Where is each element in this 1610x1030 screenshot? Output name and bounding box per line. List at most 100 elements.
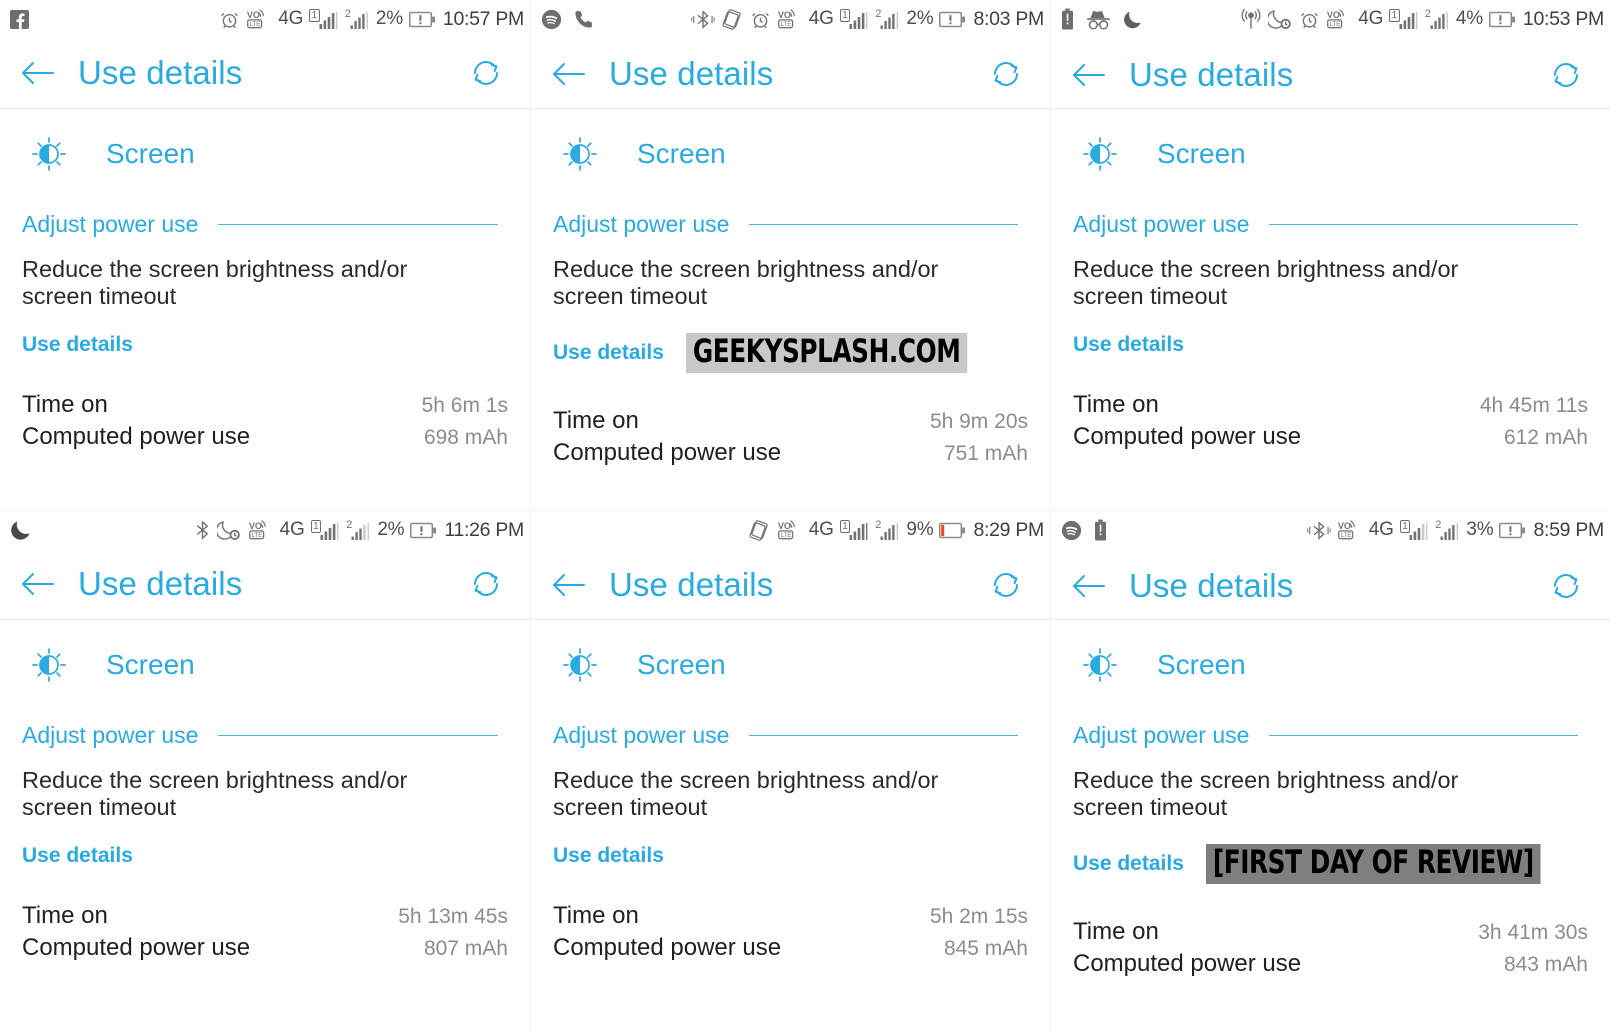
- stats-list: Time on 3h 41m 30s Computed power use 84…: [1051, 884, 1610, 978]
- incognito-icon: [1086, 9, 1111, 30]
- use-details-link[interactable]: Use details: [22, 844, 133, 868]
- status-right-icons: VO LTE 4G 1 2 2%: [219, 8, 524, 31]
- section-title: Adjust power use: [22, 211, 199, 237]
- section-title: Adjust power use: [1073, 722, 1250, 748]
- spotify-icon: [541, 9, 562, 30]
- status-right-icons: VO LTE 4G 1 2 9% 8:29 PM: [748, 519, 1044, 542]
- battery-percent-label: 2%: [906, 8, 934, 29]
- stat-row-time-on: Time on 5h 6m 1s: [22, 391, 508, 419]
- battery-percent-label: 2%: [377, 519, 405, 540]
- refresh-button[interactable]: [464, 51, 508, 95]
- screen-item-row[interactable]: Screen: [531, 109, 1050, 197]
- screen-item-row[interactable]: Screen: [1051, 620, 1610, 708]
- signal-sim2-icon: 2: [1435, 519, 1460, 541]
- battery-alert-icon: [1499, 522, 1526, 539]
- screenshot-panel-3: VO LTE 4G 1 2 4% 10:53 PM Use details Sc…: [1050, 0, 1610, 510]
- page-title: Use details: [609, 55, 774, 92]
- use-details-link[interactable]: Use details: [1073, 852, 1184, 876]
- status-clock: 8:59 PM: [1533, 518, 1604, 541]
- section-description: Reduce the screen brightness and/or scre…: [553, 256, 939, 310]
- back-button[interactable]: [551, 54, 595, 94]
- screen-rotate-icon: [721, 8, 744, 30]
- section-divider: [749, 223, 1018, 226]
- adjust-power-use-header: Adjust power use: [531, 197, 1050, 238]
- stat-row-computed-power-use: Computed power use 845 mAh: [553, 934, 1028, 962]
- stat-value: 3h 41m 30s: [1478, 920, 1588, 944]
- stat-value: 5h 6m 1s: [421, 393, 508, 417]
- screenshot-panel-2: VO LTE 4G 1 2 2% 8:03 PM Use details Scr…: [530, 0, 1050, 510]
- battery-percent-label: 3%: [1466, 519, 1494, 540]
- status-left-icons: [541, 9, 594, 30]
- screen-item-row[interactable]: Screen: [0, 109, 530, 197]
- use-details-link[interactable]: Use details: [1073, 333, 1184, 357]
- screen-item-label: Screen: [106, 138, 195, 169]
- battery-saver-icon: [1061, 8, 1074, 30]
- refresh-button[interactable]: [1544, 564, 1588, 608]
- screen-item-row[interactable]: Screen: [1051, 109, 1610, 197]
- back-button[interactable]: [1071, 566, 1115, 606]
- watermark-label: GEEKYSPLASH.COM: [685, 332, 968, 373]
- section-description: Reduce the screen brightness and/or scre…: [22, 256, 408, 310]
- network-4g-icon: 4G: [279, 519, 305, 540]
- status-right-icons: VO LTE 4G 1 2 3% 8:59 PM: [1306, 518, 1604, 542]
- use-details-link[interactable]: Use details: [22, 333, 133, 357]
- svg-text:LTE: LTE: [251, 532, 262, 539]
- stat-row-computed-power-use: Computed power use 807 mAh: [22, 934, 508, 962]
- signal-sim1-icon: 1: [1399, 519, 1430, 541]
- adjust-power-use-header: Adjust power use: [1051, 197, 1610, 238]
- screenshot-panel-1: VO LTE 4G 1 2 2% 10:57 PM Use details Sc…: [0, 0, 530, 510]
- refresh-button[interactable]: [984, 563, 1028, 607]
- use-details-row: Use details: [1051, 311, 1610, 357]
- svg-text:LTE: LTE: [1330, 21, 1341, 28]
- signal-sim1-icon: 1: [310, 519, 341, 541]
- status-right-icons: VO LTE 4G 1 2 4% 10:53 PM: [1240, 8, 1604, 31]
- bluetooth-active-icon: [1306, 520, 1331, 541]
- screenshot-collage-grid: VO LTE 4G 1 2 2% 10:57 PM Use details Sc…: [0, 0, 1610, 1030]
- refresh-button[interactable]: [464, 562, 508, 606]
- bluetooth-active-icon: [690, 9, 715, 30]
- back-button[interactable]: [20, 53, 64, 93]
- stats-list: Time on 5h 2m 15s Computed power use 845…: [531, 868, 1050, 962]
- adjust-power-use-header: Adjust power use: [0, 708, 530, 749]
- section-divider: [1269, 734, 1578, 737]
- watermark-label: [FIRST DAY OF REVIEW]: [1205, 843, 1541, 884]
- stat-label: Computed power use: [1073, 422, 1302, 450]
- alarm-icon: [1299, 9, 1320, 30]
- section-title: Adjust power use: [553, 211, 730, 237]
- screen-item-row[interactable]: Screen: [531, 620, 1050, 708]
- section-description: Reduce the screen brightness and/or scre…: [22, 767, 408, 821]
- page-title: Use details: [1129, 567, 1294, 604]
- refresh-button[interactable]: [984, 52, 1028, 96]
- signal-sim2-icon: 2: [345, 8, 370, 30]
- do-not-disturb-schedule-icon: [1268, 9, 1293, 30]
- battery-low-icon: [939, 522, 966, 539]
- screenshot-panel-6: VO LTE 4G 1 2 3% 8:59 PM Use details Scr…: [1050, 510, 1610, 1030]
- screen-item-label: Screen: [1157, 649, 1246, 680]
- stat-label: Time on: [553, 406, 639, 434]
- back-button[interactable]: [20, 564, 64, 604]
- network-4g-icon: 4G: [278, 8, 304, 29]
- status-clock: 8:29 PM: [973, 518, 1044, 541]
- refresh-button[interactable]: [1544, 53, 1588, 97]
- battery-saver-icon: [1094, 519, 1107, 541]
- status-clock: 10:53 PM: [1522, 7, 1604, 30]
- stat-label: Time on: [1073, 917, 1159, 945]
- back-button[interactable]: [551, 565, 595, 605]
- app-header: Use details: [1051, 38, 1610, 108]
- use-details-link[interactable]: Use details: [553, 844, 664, 868]
- screen-item-label: Screen: [1157, 138, 1246, 169]
- signal-sim2-icon: 2: [875, 8, 900, 30]
- adjust-power-use-header: Adjust power use: [0, 197, 530, 238]
- screenshot-panel-4: VO LTE 4G 1 2 2% 11:26 PM Use details Sc…: [0, 510, 530, 1030]
- stat-label: Time on: [553, 901, 639, 929]
- svg-text:LTE: LTE: [780, 21, 791, 28]
- svg-text:VO: VO: [1338, 521, 1351, 531]
- svg-text:LTE: LTE: [780, 532, 791, 539]
- screen-item-row[interactable]: Screen: [0, 620, 530, 708]
- stat-value: 612 mAh: [1503, 425, 1588, 449]
- stat-label: Computed power use: [22, 422, 251, 450]
- use-details-link[interactable]: Use details: [553, 341, 664, 365]
- stat-label: Computed power use: [22, 933, 251, 961]
- screen-item-label: Screen: [637, 138, 726, 169]
- back-button[interactable]: [1071, 55, 1115, 95]
